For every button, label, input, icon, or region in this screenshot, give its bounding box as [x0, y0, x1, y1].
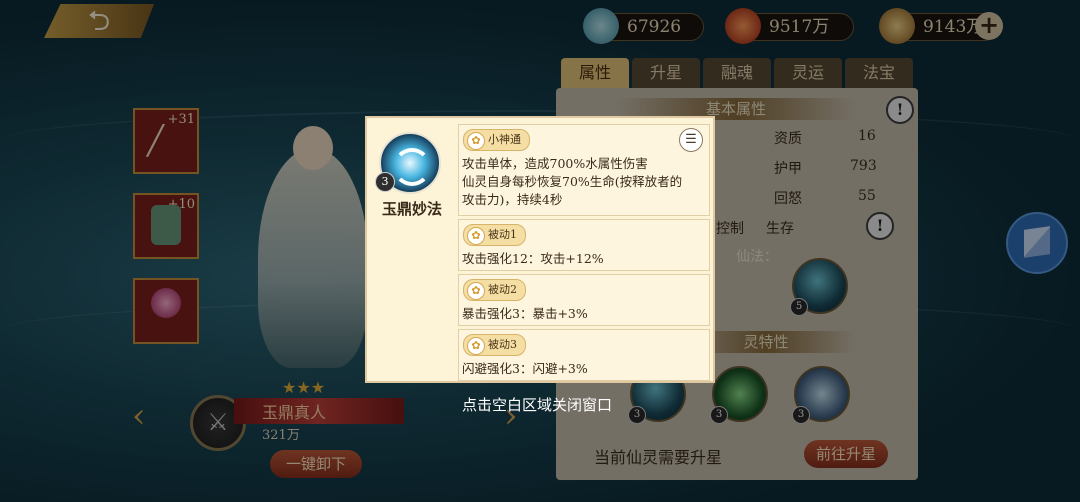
passive-tag: ✿ 被动1	[463, 224, 526, 246]
tag-label: 小神通	[488, 133, 521, 146]
tag-label: 被动1	[488, 228, 517, 241]
skill-desc-line: 仙灵自身每秒恢复70%生命(按释放者的	[462, 174, 683, 189]
skill-desc-line: 攻击单体，造成700%水属性伤害	[462, 156, 648, 171]
star-icon: ✿	[467, 132, 485, 150]
list-icon[interactable]: ☰	[679, 128, 703, 152]
skill-desc-line: 攻击力)，持续4秒	[462, 192, 563, 207]
passive-box: ✿ 被动3 闪避强化3：闪避+3%	[458, 329, 710, 381]
passive-tag: ✿ 被动2	[463, 279, 526, 301]
main-skill-box: ✿ 小神通 ☰ 攻击单体，造成700%水属性伤害 仙灵自身每秒恢复70%生命(按释…	[458, 124, 710, 216]
passive-tag: ✿ 被动3	[463, 334, 526, 356]
passive-desc: 闪避强化3：闪避+3%	[462, 361, 588, 376]
tag-label: 被动3	[488, 338, 517, 351]
star-icon: ✿	[467, 337, 485, 355]
passive-desc: 暴击强化3：暴击+3%	[462, 306, 588, 321]
star-icon: ✿	[467, 282, 485, 300]
tag-label: 被动2	[488, 283, 517, 296]
close-hint: 点击空白区域关闭窗口	[462, 396, 613, 414]
skill-name: 玉鼎妙法	[381, 200, 442, 218]
skill-level-badge: 3	[375, 172, 395, 192]
skill-tag: ✿ 小神通	[463, 129, 530, 151]
passive-desc: 攻击强化12：攻击+12%	[462, 251, 604, 266]
star-icon: ✿	[467, 227, 485, 245]
swirl-mark	[393, 148, 431, 186]
passive-box: ✿ 被动1 攻击强化12：攻击+12%	[458, 219, 710, 271]
passive-box: ✿ 被动2 暴击强化3：暴击+3%	[458, 274, 710, 326]
skill-detail-popup: 3 玉鼎妙法 ✿ 小神通 ☰ 攻击单体，造成700%水属性伤害 仙灵自身每秒恢复7…	[365, 116, 715, 383]
